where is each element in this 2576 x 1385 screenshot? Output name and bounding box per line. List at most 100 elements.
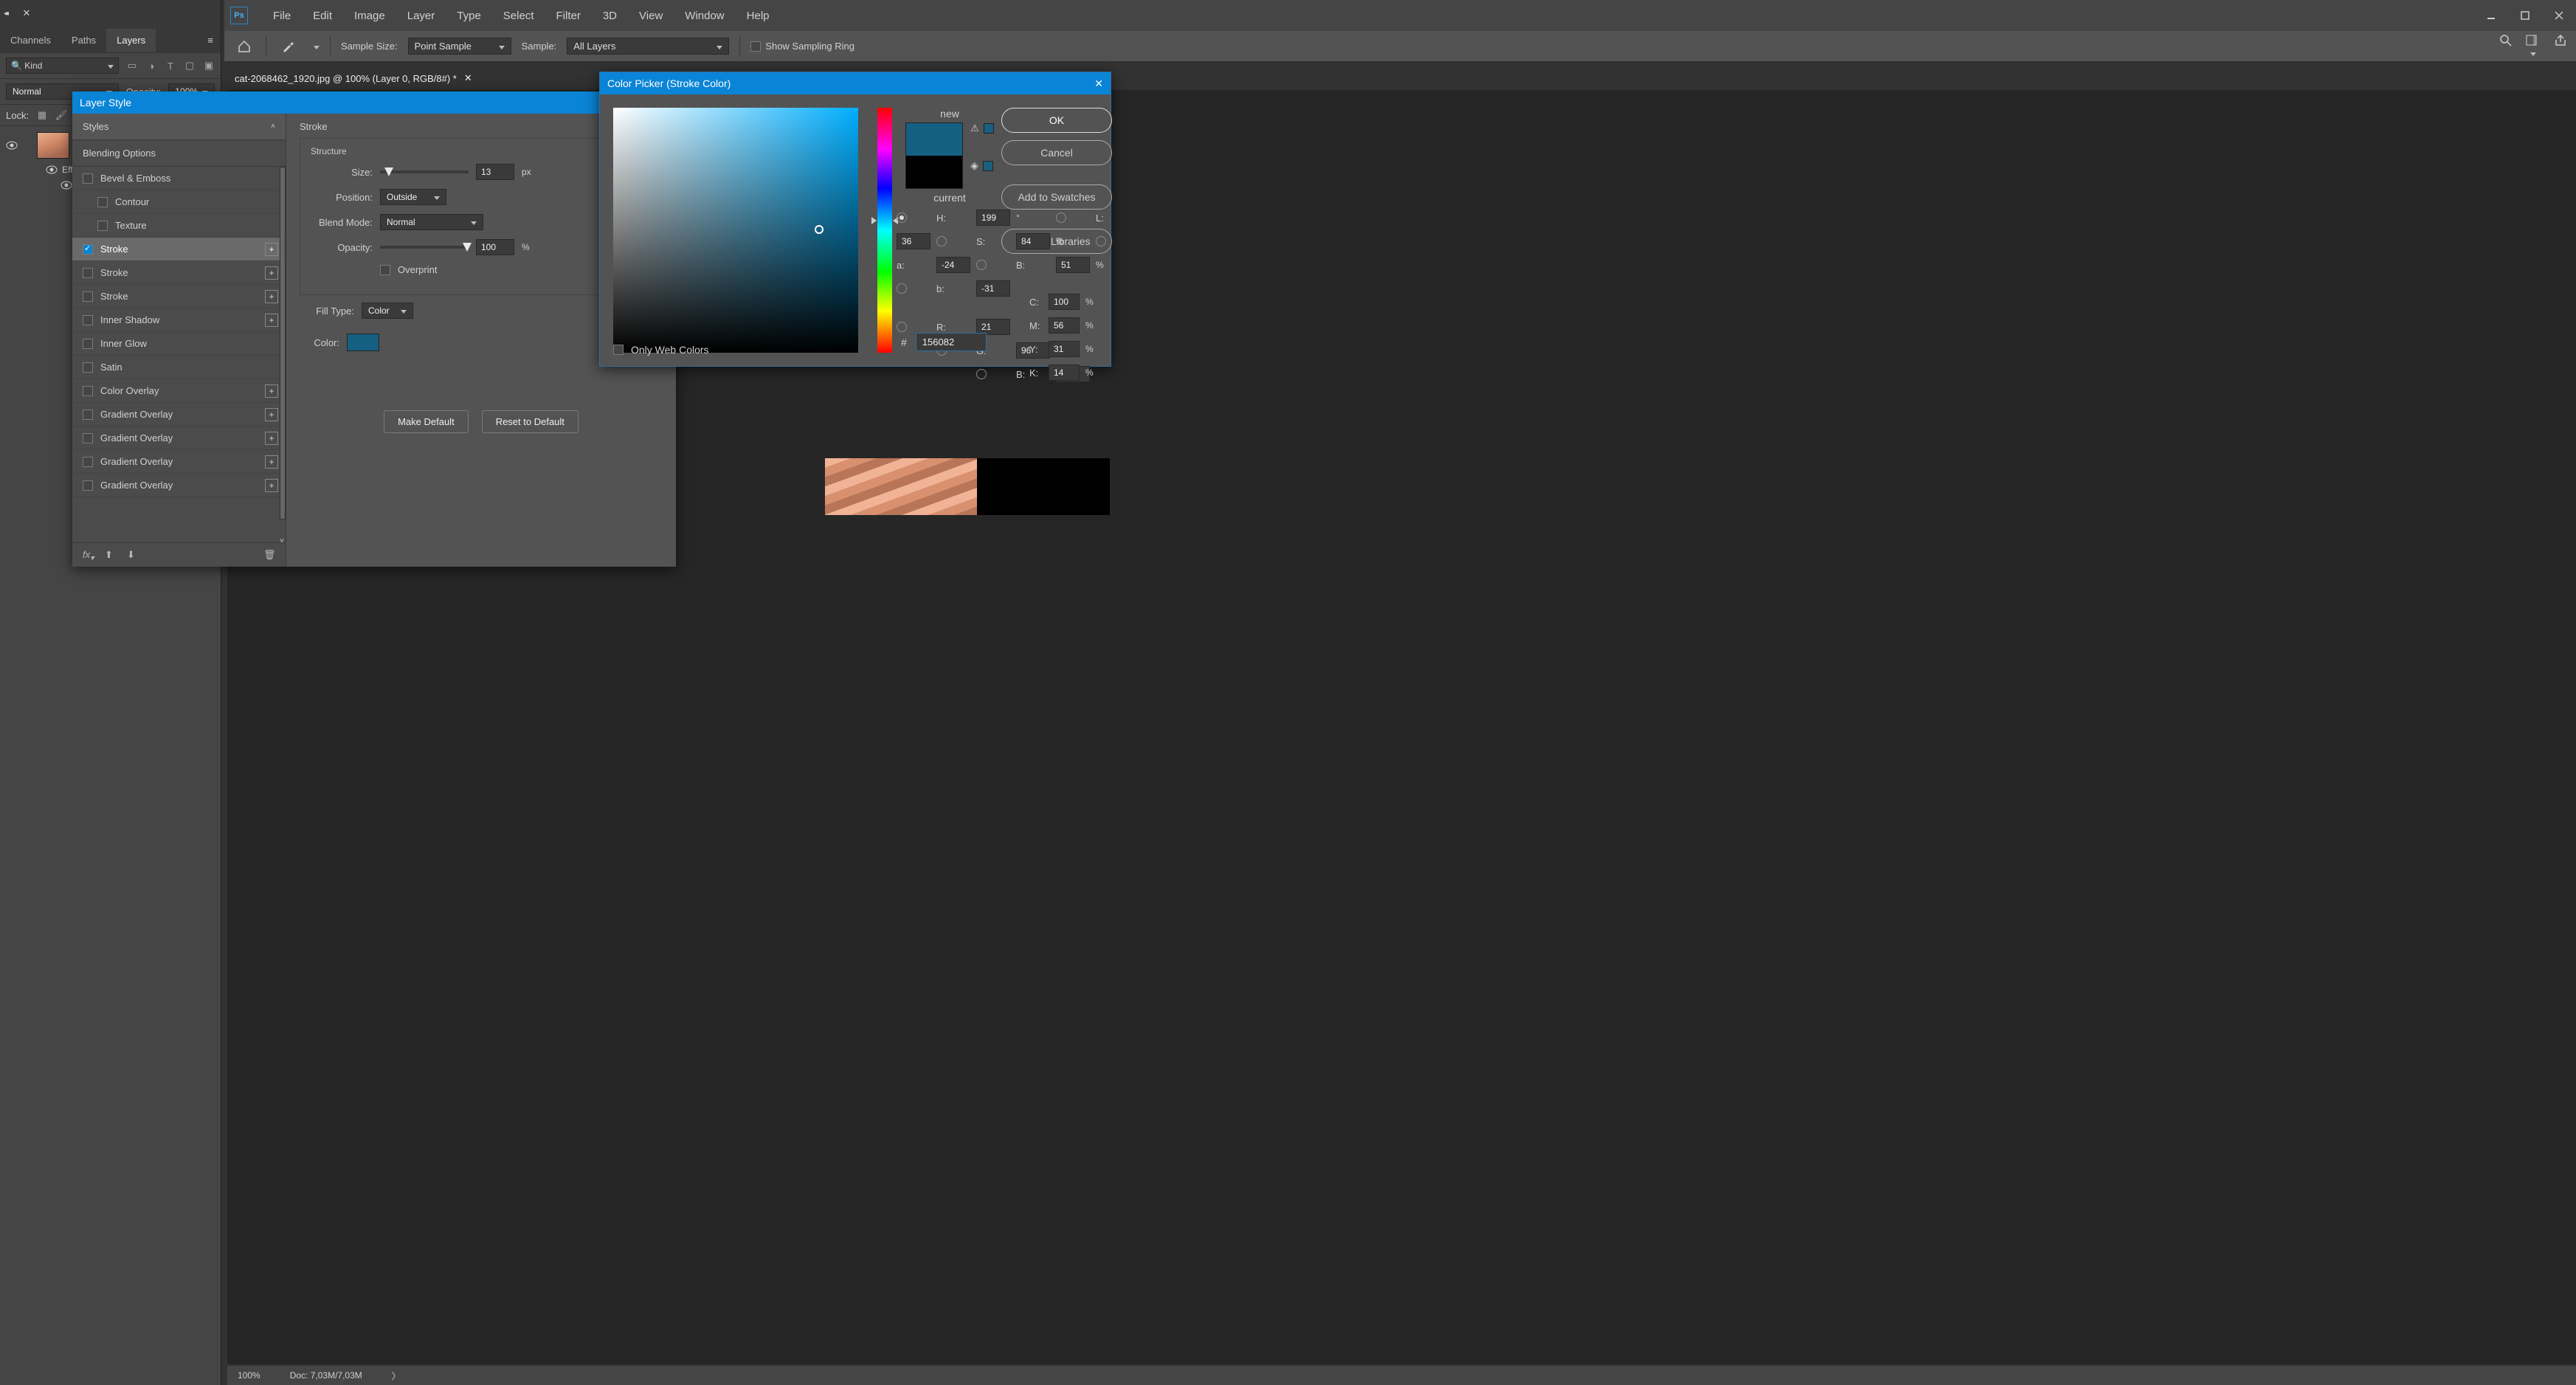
color-model-radio[interactable] xyxy=(976,260,987,270)
style-checkbox[interactable] xyxy=(83,268,93,278)
style-checkbox[interactable] xyxy=(83,480,93,491)
color-value-input[interactable] xyxy=(976,210,1010,226)
preview-swatch[interactable] xyxy=(905,122,963,189)
color-model-radio[interactable] xyxy=(976,369,987,379)
style-item-satin-8[interactable]: Satin xyxy=(72,356,286,379)
websafe-swatch[interactable] xyxy=(983,161,993,171)
color-value-input[interactable] xyxy=(976,280,1010,297)
color-field[interactable] xyxy=(613,108,858,353)
style-item-stroke-3[interactable]: Stroke + xyxy=(72,238,286,261)
color-picker-titlebar[interactable]: Color Picker (Stroke Color) ✕ xyxy=(600,72,1111,94)
menu-type[interactable]: Type xyxy=(446,7,491,25)
style-checkbox[interactable] xyxy=(83,291,93,302)
color-value-input[interactable] xyxy=(1049,341,1080,357)
color-value-input[interactable] xyxy=(1049,317,1080,334)
cancel-button[interactable]: Cancel xyxy=(1001,140,1112,165)
ok-button[interactable]: OK xyxy=(1001,108,1112,133)
filter-type-icon[interactable]: T xyxy=(165,60,176,72)
blending-options[interactable]: Blending Options xyxy=(72,140,286,167)
color-model-radio[interactable] xyxy=(897,283,907,294)
hue-pointer-left-icon[interactable] xyxy=(871,217,877,224)
style-item-stroke-4[interactable]: Stroke + xyxy=(72,261,286,285)
color-model-radio[interactable] xyxy=(897,322,907,332)
dialog-close-icon[interactable]: ✕ xyxy=(1094,77,1103,90)
filter-pixel-icon[interactable]: ▭ xyxy=(126,60,138,72)
make-default-button[interactable]: Make Default xyxy=(384,410,469,433)
style-list-scrollbar[interactable] xyxy=(280,167,286,519)
opacity-input[interactable] xyxy=(476,239,514,255)
blendmode-select[interactable]: Normal xyxy=(380,214,483,230)
tab-layers[interactable]: Layers xyxy=(106,29,156,52)
menu-window[interactable]: Window xyxy=(674,7,734,25)
style-item-inner-shadow-6[interactable]: Inner Shadow + xyxy=(72,308,286,332)
color-model-radio[interactable] xyxy=(1056,213,1066,223)
panel-menu-icon[interactable]: ≡ xyxy=(200,35,221,46)
add-effect-icon[interactable]: + xyxy=(265,243,278,256)
style-item-contour-1[interactable]: Contour xyxy=(72,190,286,214)
add-effect-icon[interactable]: + xyxy=(265,479,278,492)
position-select[interactable]: Outside xyxy=(380,189,446,205)
add-effect-icon[interactable]: + xyxy=(265,432,278,445)
add-effect-icon[interactable]: + xyxy=(265,455,278,469)
menu-filter[interactable]: Filter xyxy=(546,7,591,25)
search-icon[interactable] xyxy=(2499,34,2513,58)
reset-default-button[interactable]: Reset to Default xyxy=(482,410,579,433)
menu-file[interactable]: File xyxy=(263,7,301,25)
menu-select[interactable]: Select xyxy=(493,7,545,25)
color-model-radio[interactable] xyxy=(936,236,947,246)
hue-slider[interactable] xyxy=(877,108,892,353)
add-effect-icon[interactable]: + xyxy=(265,384,278,398)
style-checkbox[interactable] xyxy=(83,386,93,396)
visibility-eye-icon[interactable] xyxy=(46,165,58,174)
home-icon[interactable] xyxy=(233,35,255,58)
color-value-input[interactable] xyxy=(1049,365,1080,381)
size-slider[interactable] xyxy=(380,170,469,173)
move-down-icon[interactable]: ⬇ xyxy=(127,549,139,561)
add-effect-icon[interactable]: + xyxy=(265,290,278,303)
tab-close-icon[interactable]: ✕ xyxy=(464,72,472,84)
show-sampling-ring-checkbox[interactable]: Show Sampling Ring xyxy=(750,41,854,52)
zoom-level[interactable]: 100% xyxy=(238,1370,260,1381)
color-value-input[interactable] xyxy=(936,257,970,273)
document-tab[interactable]: cat-2068462_1920.jpg @ 100% (Layer 0, RG… xyxy=(227,69,480,87)
lock-brush-icon[interactable]: 🖌 xyxy=(55,109,67,121)
visibility-eye-icon[interactable] xyxy=(61,181,72,190)
style-item-stroke-5[interactable]: Stroke + xyxy=(72,285,286,308)
color-model-radio[interactable] xyxy=(897,213,907,223)
opacity-slider[interactable] xyxy=(380,246,469,249)
menu-image[interactable]: Image xyxy=(344,7,396,25)
eyedropper-tool-icon[interactable] xyxy=(277,35,299,58)
color-value-input[interactable] xyxy=(1049,294,1080,310)
style-checkbox[interactable] xyxy=(83,410,93,420)
style-item-gradient-overlay-11[interactable]: Gradient Overlay + xyxy=(72,426,286,450)
color-value-input[interactable] xyxy=(897,233,930,249)
window-max-icon[interactable] xyxy=(2508,0,2542,31)
style-item-gradient-overlay-10[interactable]: Gradient Overlay + xyxy=(72,403,286,426)
visibility-eye-icon[interactable] xyxy=(6,141,18,150)
layer-style-titlebar[interactable]: Layer Style xyxy=(72,91,676,114)
layer-thumbnail[interactable] xyxy=(37,132,69,159)
style-item-gradient-overlay-12[interactable]: Gradient Overlay + xyxy=(72,450,286,474)
hex-input[interactable] xyxy=(916,333,987,351)
add-swatches-button[interactable]: Add to Swatches xyxy=(1001,184,1112,210)
style-checkbox[interactable] xyxy=(83,433,93,443)
add-effect-icon[interactable]: + xyxy=(265,408,278,421)
color-swatch[interactable] xyxy=(347,334,379,351)
style-item-inner-glow-7[interactable]: Inner Glow xyxy=(72,332,286,356)
style-item-color-overlay-9[interactable]: Color Overlay + xyxy=(72,379,286,403)
style-item-texture-2[interactable]: Texture xyxy=(72,214,286,238)
lock-transparency-icon[interactable]: ▦ xyxy=(36,109,48,121)
window-min-icon[interactable] xyxy=(2474,0,2508,31)
style-checkbox[interactable] xyxy=(97,221,108,231)
tab-paths[interactable]: Paths xyxy=(61,29,106,52)
color-cursor[interactable] xyxy=(815,225,823,234)
add-effect-icon[interactable]: + xyxy=(265,314,278,327)
menu-3d[interactable]: 3D xyxy=(593,7,627,25)
share-icon[interactable] xyxy=(2554,34,2567,58)
status-expand-icon[interactable]: 〉 xyxy=(392,1370,401,1382)
filltype-select[interactable]: Color xyxy=(362,303,413,319)
trash-icon[interactable]: 🗑 xyxy=(263,549,275,561)
color-value-input[interactable] xyxy=(1016,233,1050,249)
gamut-swatch[interactable] xyxy=(984,123,994,134)
sample-size-select[interactable]: Point Sample xyxy=(408,38,511,55)
